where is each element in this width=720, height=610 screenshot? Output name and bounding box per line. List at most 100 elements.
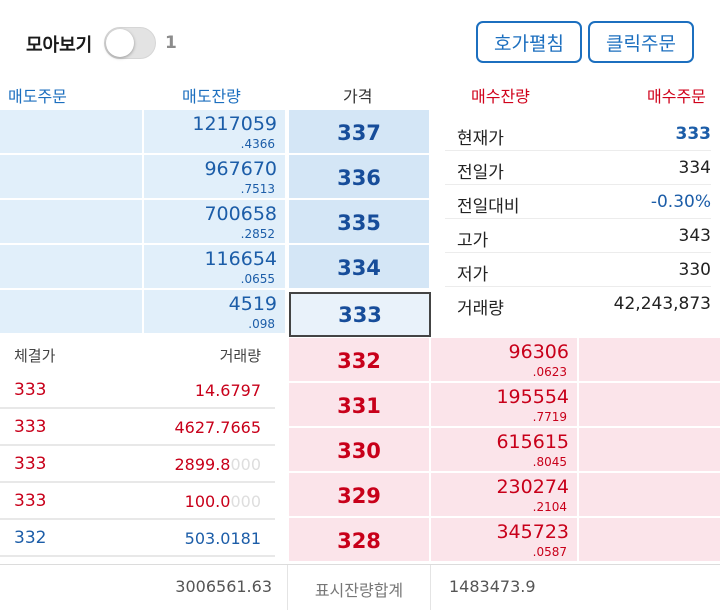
ask-qty-decimal: .098 — [248, 317, 275, 331]
ask-price-cell[interactable]: 335 — [287, 200, 431, 245]
header-buy-order: 매수주문 — [647, 87, 706, 106]
header-sell-order: 매도주문 — [8, 87, 67, 106]
info-current-price: 현재가 333 — [445, 118, 711, 151]
sell-order-cell[interactable] — [0, 290, 142, 335]
column-headers: 매도주문 매도잔량 가격 매수잔량 매수주문 — [0, 80, 720, 110]
aggregate-view-label: 모아보기 — [26, 35, 93, 56]
buy-qty-cell: 345723 .0587 — [431, 518, 577, 563]
info-value: 343 — [678, 226, 711, 246]
ask-price-cell[interactable]: 334 — [287, 245, 431, 290]
bid-price: 332 — [337, 349, 381, 373]
totals-label: 표시잔량합계 — [287, 565, 431, 610]
bid-price-cell[interactable]: 330 — [287, 428, 431, 473]
buy-qty-cell: 615615 .8045 — [431, 428, 577, 473]
ask-qty: 4519 — [228, 293, 277, 315]
ask-price: 335 — [337, 211, 381, 235]
info-volume: 거래량 42,243,873 — [445, 288, 711, 321]
bid-qty: 615615 — [496, 431, 569, 453]
trades-header-volume: 거래량 — [219, 347, 261, 365]
bid-qty-decimal: .8045 — [532, 455, 567, 469]
buy-total: 1483473.9 — [449, 577, 536, 596]
sell-qty-cell: 967670 .7513 — [142, 155, 285, 200]
header-price: 가격 — [343, 87, 373, 106]
info-value: 330 — [678, 260, 711, 280]
ask-qty-decimal: .0655 — [240, 272, 275, 286]
trade-row: 332 503.0181 — [0, 520, 275, 557]
toggle-knob — [106, 29, 134, 57]
sell-order-cell[interactable] — [0, 155, 142, 200]
sell-qty-cell: 116654 .0655 — [142, 245, 285, 290]
sell-qty-cell: 700658 .2852 — [142, 200, 285, 245]
trade-row: 333 2899.8000 — [0, 446, 275, 483]
bid-price-cell[interactable]: 329 — [287, 473, 431, 518]
bid-qty-decimal: .7719 — [532, 410, 567, 424]
trade-volume: 2899.8000 — [174, 455, 261, 474]
info-label: 현재가 — [457, 129, 504, 149]
ask-qty: 967670 — [204, 158, 277, 180]
buy-order-cell[interactable] — [577, 383, 720, 428]
info-prev-close: 전일가 334 — [445, 152, 711, 185]
order-book: 1217059 .4366 337 967670 .7513 336 70065… — [0, 110, 720, 610]
buy-qty-cell: 195554 .7719 — [431, 383, 577, 428]
ask-qty-decimal: .7513 — [240, 182, 275, 196]
trade-row: 333 4627.7665 — [0, 409, 275, 446]
trades-header: 체결가 거래량 — [0, 338, 287, 372]
sell-order-cell[interactable] — [0, 245, 142, 290]
bid-qty: 345723 — [496, 521, 569, 543]
totals-row: 3006561.63 표시잔량합계 1483473.9 — [0, 564, 720, 610]
sell-order-cell[interactable] — [0, 200, 142, 245]
trade-row: 333 14.6797 — [0, 372, 275, 409]
bid-price: 331 — [337, 394, 381, 418]
info-low: 저가 330 — [445, 254, 711, 287]
buy-order-cell[interactable] — [577, 428, 720, 473]
bid-qty: 96306 — [508, 341, 569, 363]
trade-volume: 100.0000 — [184, 492, 261, 511]
bid-qty-decimal: .0623 — [532, 365, 567, 379]
buy-order-cell[interactable] — [577, 473, 720, 518]
bid-price-cell[interactable]: 331 — [287, 383, 431, 428]
current-price-cell[interactable]: 333 — [289, 292, 431, 337]
trade-price: 333 — [14, 454, 47, 474]
trade-price: 333 — [14, 380, 47, 400]
sell-qty-cell: 4519 .098 — [142, 290, 285, 335]
ask-price: 334 — [337, 256, 381, 280]
ask-price-cell[interactable]: 336 — [287, 155, 431, 200]
bid-qty-decimal: .2104 — [532, 500, 567, 514]
bid-qty: 195554 — [496, 386, 569, 408]
header-buy-qty: 매수잔량 — [471, 87, 530, 106]
info-label: 고가 — [457, 231, 489, 251]
bid-price: 329 — [337, 484, 381, 508]
info-high: 고가 343 — [445, 220, 711, 253]
sell-qty-cell: 1217059 .4366 — [142, 110, 285, 155]
trade-price: 332 — [14, 528, 47, 548]
header-sell-qty: 매도잔량 — [182, 87, 241, 106]
buy-order-cell[interactable] — [577, 518, 720, 563]
info-label: 전일대비 — [457, 197, 520, 217]
trade-volume: 4627.7665 — [174, 418, 261, 437]
ask-qty: 1217059 — [192, 113, 277, 135]
ask-price: 337 — [337, 121, 381, 145]
trades-header-price: 체결가 — [14, 347, 56, 365]
ask-price-cell[interactable]: 337 — [287, 110, 431, 155]
quote-info-panel: 현재가 333 전일가 334 전일대비 -0.30% 고가 343 저가 33… — [433, 118, 720, 336]
info-label: 저가 — [457, 265, 489, 285]
sell-order-cell[interactable] — [0, 110, 142, 155]
top-bar: 모아보기 1 호가펼침 클릭주문 — [0, 0, 720, 80]
bid-price-cell[interactable]: 332 — [287, 338, 431, 383]
info-value: -0.30% — [650, 192, 711, 212]
trade-price: 333 — [14, 491, 47, 511]
buy-qty-cell: 230274 .2104 — [431, 473, 577, 518]
info-value: 333 — [675, 124, 712, 144]
current-price: 333 — [338, 303, 382, 327]
bid-price-cell[interactable]: 328 — [287, 518, 431, 563]
trade-volume: 14.6797 — [194, 381, 261, 400]
click-order-button[interactable]: 클릭주문 — [588, 21, 694, 63]
trade-volume: 503.0181 — [184, 529, 261, 548]
buy-order-cell[interactable] — [577, 338, 720, 383]
info-change: 전일대비 -0.30% — [445, 186, 711, 219]
trade-row: 333 100.0000 — [0, 483, 275, 520]
aggregate-view-toggle[interactable] — [104, 27, 156, 59]
bid-qty: 230274 — [496, 476, 569, 498]
spread-quotes-button[interactable]: 호가펼침 — [476, 21, 582, 63]
trade-price: 333 — [14, 417, 47, 437]
